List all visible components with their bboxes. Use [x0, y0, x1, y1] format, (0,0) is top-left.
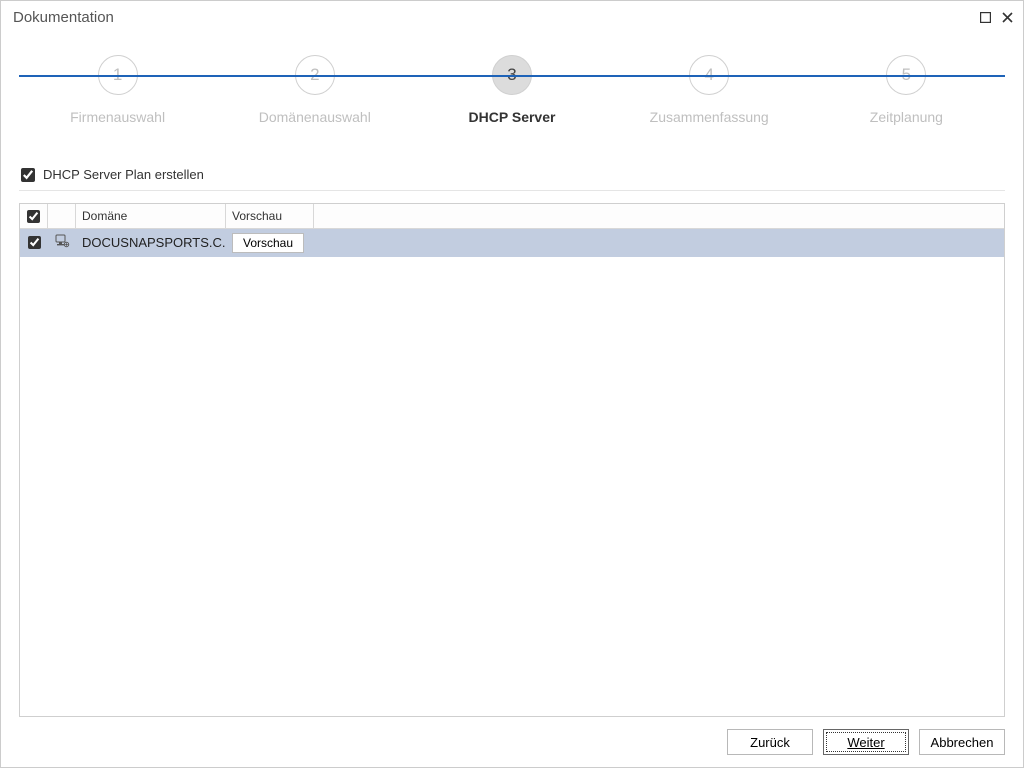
header-preview[interactable]: Vorschau	[226, 204, 314, 228]
create-plan-label: DHCP Server Plan erstellen	[43, 167, 204, 182]
divider	[19, 190, 1005, 191]
grid-body: DOCUSNAPSPORTS.C... Vorschau	[20, 229, 1004, 716]
close-button[interactable]	[999, 9, 1015, 25]
cancel-button[interactable]: Abbrechen	[919, 729, 1005, 755]
table-row[interactable]: DOCUSNAPSPORTS.C... Vorschau	[20, 229, 1004, 257]
header-fill	[314, 204, 1004, 228]
preview-button[interactable]: Vorschau	[232, 233, 304, 253]
step-5[interactable]: 5 Zeitplanung	[836, 55, 976, 125]
step-1[interactable]: 1 Firmenauswahl	[48, 55, 188, 125]
server-icon	[54, 234, 70, 251]
titlebar: Dokumentation	[1, 1, 1023, 33]
row-icon-cell	[48, 229, 76, 256]
step-3-label: DHCP Server	[442, 109, 582, 125]
next-button[interactable]: Weiter	[823, 729, 909, 755]
create-plan-checkbox-row[interactable]: DHCP Server Plan erstellen	[21, 167, 1005, 182]
step-4-label: Zusammenfassung	[639, 109, 779, 125]
step-2[interactable]: 2 Domänenauswahl	[245, 55, 385, 125]
row-checkbox[interactable]	[28, 236, 41, 249]
select-all-checkbox[interactable]	[27, 210, 40, 223]
header-domain[interactable]: Domäne	[76, 204, 226, 228]
step-1-label: Firmenauswahl	[48, 109, 188, 125]
domain-grid: Domäne Vorschau	[19, 203, 1005, 717]
window-title: Dokumentation	[13, 9, 114, 26]
dialog-window: Dokumentation 1 Firmenauswahl 2 Domänena…	[0, 0, 1024, 768]
header-icon-col	[48, 204, 76, 228]
header-select-all[interactable]	[20, 204, 48, 228]
wizard-stepper: 1 Firmenauswahl 2 Domänenauswahl 3 DHCP …	[19, 55, 1005, 155]
step-5-label: Zeitplanung	[836, 109, 976, 125]
back-button[interactable]: Zurück	[727, 729, 813, 755]
row-domain: DOCUSNAPSPORTS.C...	[76, 229, 226, 256]
step-4[interactable]: 4 Zusammenfassung	[639, 55, 779, 125]
create-plan-checkbox[interactable]	[21, 168, 35, 182]
step-2-label: Domänenauswahl	[245, 109, 385, 125]
maximize-button[interactable]	[977, 9, 993, 25]
grid-header: Domäne Vorschau	[20, 204, 1004, 229]
step-3[interactable]: 3 DHCP Server	[442, 55, 582, 125]
wizard-footer: Zurück Weiter Abbrechen	[19, 717, 1005, 755]
